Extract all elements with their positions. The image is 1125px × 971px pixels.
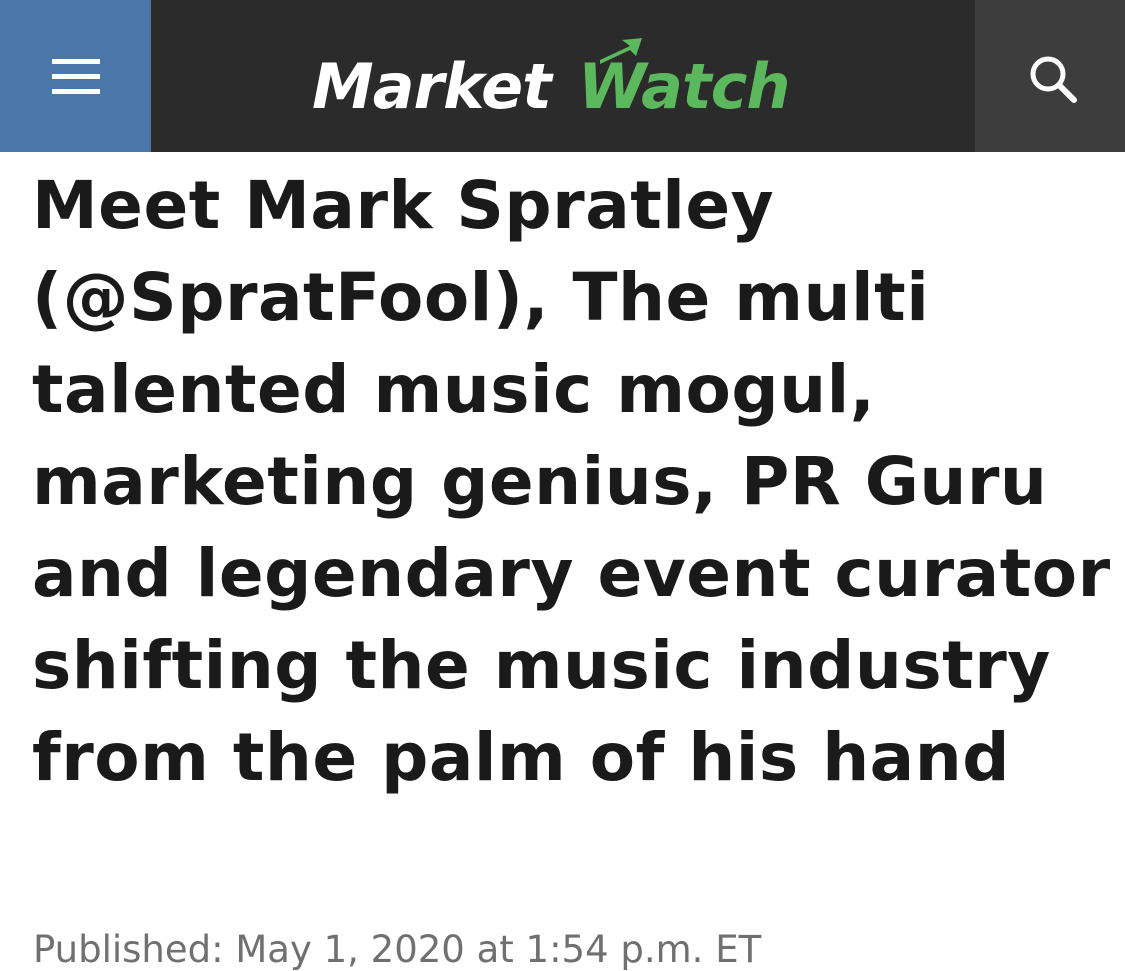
menu-button[interactable] [0, 0, 151, 152]
marketwatch-logo[interactable]: Market Watch [300, 30, 830, 126]
hamburger-menu-icon [52, 59, 100, 95]
logo-watch-text: Watch [578, 50, 790, 123]
article-headline: Meet Mark Spratley (@SpratFool), The mul… [32, 167, 1111, 796]
logo-market-text: Market [312, 50, 554, 123]
search-icon[interactable] [1026, 52, 1080, 106]
site-header: Market Watch [0, 0, 1125, 152]
published-timestamp: Published: May 1, 2020 at 1:54 p.m. ET [33, 928, 762, 971]
